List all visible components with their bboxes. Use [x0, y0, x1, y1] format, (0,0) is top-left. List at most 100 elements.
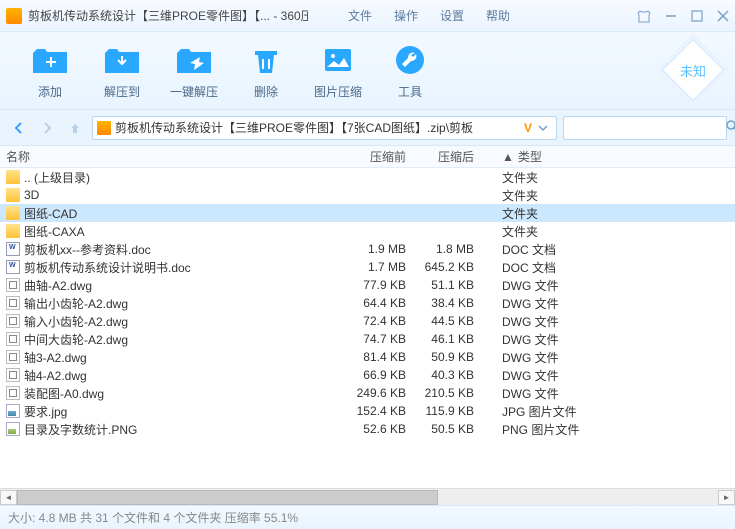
vip-badge: V — [524, 121, 532, 135]
skin-icon[interactable] — [637, 9, 651, 23]
doc-icon — [6, 242, 20, 256]
toolbar: 添加 解压到 一键解压 删除 图片压缩 工具 未知 — [0, 32, 735, 110]
menu-operate[interactable]: 操作 — [394, 7, 418, 24]
table-row[interactable]: .. (上级目录)文件夹 — [0, 168, 735, 186]
maximize-icon[interactable] — [691, 10, 703, 22]
menu-file[interactable]: 文件 — [348, 7, 372, 24]
one-click-icon — [174, 41, 214, 79]
delete-button[interactable]: 删除 — [230, 41, 302, 100]
delete-label: 删除 — [254, 83, 278, 100]
file-name: 图纸-CAXA — [24, 223, 85, 240]
nav-back-button[interactable] — [8, 117, 30, 139]
dwg-icon — [6, 278, 20, 292]
sort-indicator-icon: ▲ — [502, 150, 514, 164]
minimize-icon[interactable] — [665, 10, 677, 22]
window-title: 剪板机传动系统设计【三维PROE零件图】【... - 360压缩 — [28, 7, 308, 24]
nav-up-button[interactable] — [64, 117, 86, 139]
size-after: 50.9 KB — [416, 350, 484, 364]
table-row[interactable]: 图纸-CAD 文件夹 — [0, 204, 735, 222]
search-input[interactable] — [570, 121, 725, 135]
column-type-label: 类型 — [518, 148, 542, 165]
file-name: 图纸-CAD — [24, 205, 77, 222]
size-after: 46.1 KB — [416, 332, 484, 346]
file-type: 文件夹 — [484, 205, 634, 222]
size-after: 115.9 KB — [416, 404, 484, 418]
file-name: 装配图-A0.dwg — [24, 385, 104, 402]
dwg-icon — [6, 314, 20, 328]
table-row[interactable]: 剪板机传动系统设计说明书.doc1.7 MB645.2 KBDOC 文档 — [0, 258, 735, 276]
tools-label: 工具 — [398, 83, 422, 100]
file-type: DOC 文档 — [484, 241, 634, 258]
menu-settings[interactable]: 设置 — [440, 7, 464, 24]
file-type: DWG 文件 — [484, 331, 634, 348]
dwg-icon — [6, 350, 20, 364]
file-type: 文件夹 — [484, 187, 634, 204]
size-after: 40.3 KB — [416, 368, 484, 382]
file-name: 目录及字数统计.PNG — [24, 421, 137, 438]
trash-icon — [246, 41, 286, 79]
file-type: DWG 文件 — [484, 277, 634, 294]
window-controls — [637, 9, 729, 23]
size-after: 210.5 KB — [416, 386, 484, 400]
image-compress-button[interactable]: 图片压缩 — [302, 41, 374, 100]
scroll-left-button[interactable]: ◄ — [0, 490, 17, 505]
file-type: DWG 文件 — [484, 367, 634, 384]
size-after: 1.8 MB — [416, 242, 484, 256]
table-row[interactable]: 轴4-A2.dwg66.9 KB40.3 KBDWG 文件 — [0, 366, 735, 384]
menu-help[interactable]: 帮助 — [486, 7, 510, 24]
dwg-icon — [6, 386, 20, 400]
size-before: 1.7 MB — [348, 260, 416, 274]
nav-forward-button[interactable] — [36, 117, 58, 139]
table-row[interactable]: 剪板机xx--参考资料.doc 1.9 MB1.8 MBDOC 文档 — [0, 240, 735, 258]
table-row[interactable]: 装配图-A0.dwg249.6 KB210.5 KBDWG 文件 — [0, 384, 735, 402]
column-type[interactable]: ▲ 类型 — [484, 148, 634, 165]
size-after: 38.4 KB — [416, 296, 484, 310]
tools-button[interactable]: 工具 — [374, 41, 446, 100]
search-icon[interactable] — [725, 119, 735, 136]
file-name: 剪板机xx--参考资料.doc — [24, 241, 151, 258]
file-name: 要求.jpg — [24, 403, 67, 420]
pathbar: 剪板机传动系统设计【三维PROE零件图】【7张CAD图纸】.zip\剪板 V — [0, 110, 735, 146]
scroll-track[interactable] — [17, 490, 718, 505]
add-button[interactable]: 添加 — [14, 41, 86, 100]
extract-to-button[interactable]: 解压到 — [86, 41, 158, 100]
file-name: 剪板机传动系统设计说明书.doc — [24, 259, 191, 276]
column-name[interactable]: 名称 — [0, 148, 348, 165]
archive-icon — [97, 121, 111, 135]
list-header: 名称 压缩前 压缩后 ▲ 类型 — [0, 146, 735, 168]
status-bar: 大小: 4.8 MB 共 31 个文件和 4 个文件夹 压缩率 55.1% — [0, 505, 735, 529]
file-type: 文件夹 — [484, 169, 634, 186]
path-dropdown-icon[interactable] — [534, 123, 552, 133]
table-row[interactable]: 中间大齿轮-A2.dwg74.7 KB46.1 KBDWG 文件 — [0, 330, 735, 348]
size-after: 50.5 KB — [416, 422, 484, 436]
file-name: 3D — [24, 188, 39, 202]
table-row[interactable]: 输入小齿轮-A2.dwg72.4 KB44.5 KBDWG 文件 — [0, 312, 735, 330]
close-icon[interactable] — [717, 10, 729, 22]
table-row[interactable]: 曲轴-A2.dwg77.9 KB51.1 KBDWG 文件 — [0, 276, 735, 294]
file-name: 输入小齿轮-A2.dwg — [24, 313, 128, 330]
table-row[interactable]: 图纸-CAXA文件夹 — [0, 222, 735, 240]
table-row[interactable]: 目录及字数统计.PNG52.6 KB50.5 KBPNG 图片文件 — [0, 420, 735, 438]
dwg-icon — [6, 296, 20, 310]
search-box[interactable] — [563, 116, 727, 140]
table-row[interactable]: 输出小齿轮-A2.dwg64.4 KB38.4 KBDWG 文件 — [0, 294, 735, 312]
table-row[interactable]: 要求.jpg152.4 KB115.9 KBJPG 图片文件 — [0, 402, 735, 420]
one-click-extract-button[interactable]: 一键解压 — [158, 41, 230, 100]
table-row[interactable]: 轴3-A2.dwg81.4 KB50.9 KBDWG 文件 — [0, 348, 735, 366]
scroll-right-button[interactable]: ► — [718, 490, 735, 505]
size-before: 81.4 KB — [348, 350, 416, 364]
scroll-thumb[interactable] — [17, 490, 438, 505]
path-input[interactable]: 剪板机传动系统设计【三维PROE零件图】【7张CAD图纸】.zip\剪板 V — [92, 116, 557, 140]
size-before: 52.6 KB — [348, 422, 416, 436]
size-before: 77.9 KB — [348, 278, 416, 292]
one-click-label: 一键解压 — [170, 83, 218, 100]
png-icon — [6, 422, 20, 436]
column-before[interactable]: 压缩前 — [348, 148, 416, 165]
file-name: 输出小齿轮-A2.dwg — [24, 295, 128, 312]
titlebar: 剪板机传动系统设计【三维PROE零件图】【... - 360压缩 文件 操作 设… — [0, 0, 735, 32]
horizontal-scrollbar[interactable]: ◄ ► — [0, 488, 735, 505]
size-before: 1.9 MB — [348, 242, 416, 256]
image-compress-icon — [318, 41, 358, 79]
table-row[interactable]: 3D 文件夹 — [0, 186, 735, 204]
column-after[interactable]: 压缩后 — [416, 148, 484, 165]
